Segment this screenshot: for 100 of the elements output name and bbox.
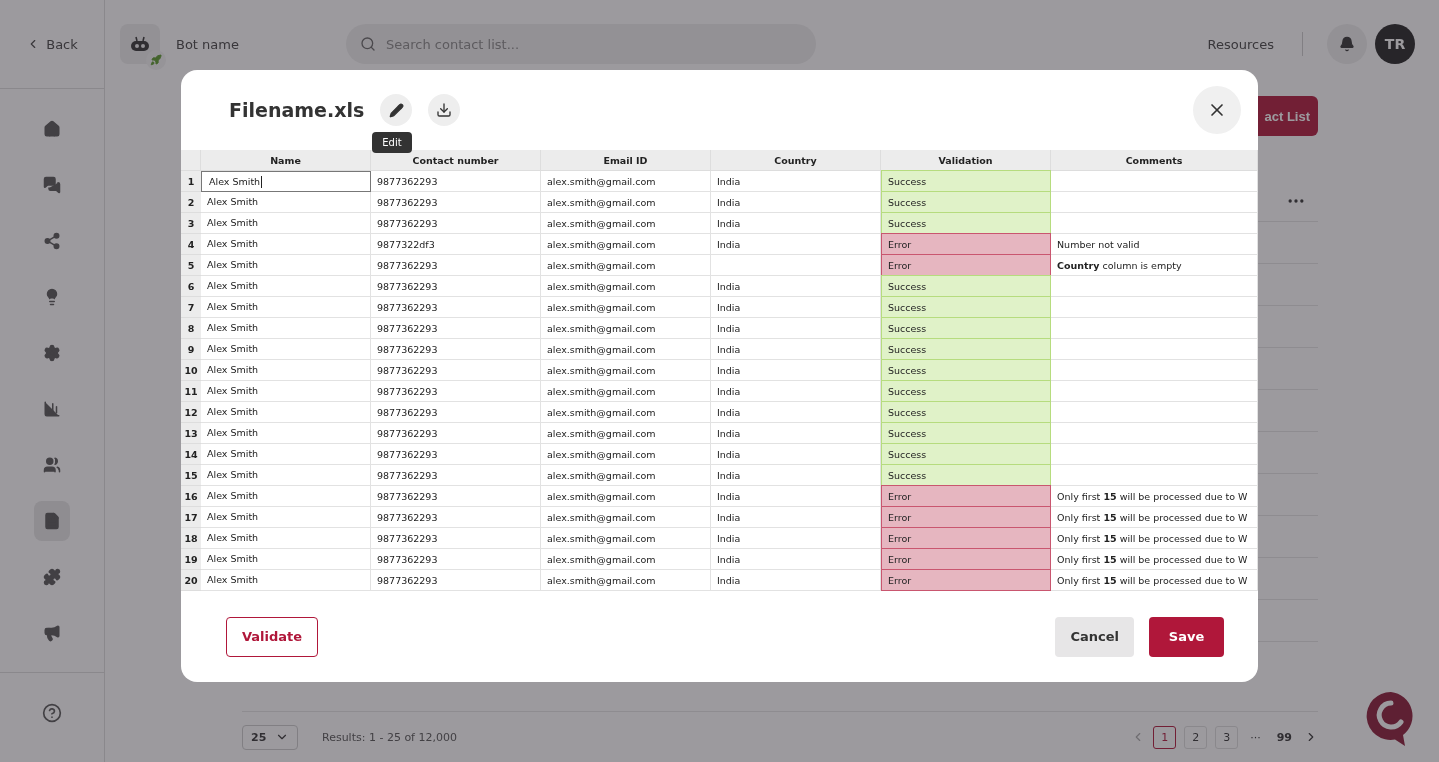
table-cell[interactable]: alex.smith@gmail.com	[541, 570, 711, 591]
table-cell[interactable]: alex.smith@gmail.com	[541, 360, 711, 381]
page-button[interactable]: 3	[1215, 725, 1239, 749]
row-number: 17	[181, 507, 201, 528]
table-cell[interactable]: alex.smith@gmail.com	[541, 486, 711, 507]
page-size-select[interactable]: 25	[242, 724, 298, 750]
puzzle-icon	[43, 568, 61, 586]
validation-cell: Error	[881, 233, 1051, 255]
table-cell[interactable]: 9877362293	[371, 255, 541, 276]
table-cell[interactable]: 9877362293	[371, 192, 541, 213]
row-number: 1	[181, 171, 201, 192]
user-avatar[interactable]: TR	[1375, 24, 1415, 64]
table-cell[interactable]: Alex Smith	[201, 528, 371, 549]
table-cell[interactable]: 9877362293	[371, 528, 541, 549]
back-link[interactable]: Back	[26, 36, 78, 52]
table-cell[interactable]: 9877362293	[371, 381, 541, 402]
table-cell[interactable]: alex.smith@gmail.com	[541, 297, 711, 318]
table-cell[interactable]: Alex Smith	[201, 570, 371, 591]
save-button[interactable]: Save	[1149, 616, 1224, 657]
settings-icon	[43, 344, 61, 362]
table-cell[interactable]: Alex Smith	[201, 297, 371, 318]
close-button[interactable]	[1193, 86, 1241, 134]
table-cell[interactable]: alex.smith@gmail.com	[541, 423, 711, 444]
table-cell[interactable]: Alex Smith	[201, 234, 371, 255]
table-cell[interactable]: Alex Smith	[201, 444, 371, 465]
table-cell[interactable]: 9877362293	[371, 213, 541, 234]
table-cell[interactable]: 9877362293	[371, 318, 541, 339]
bar-chart-icon	[43, 400, 61, 418]
table-cell[interactable]: Alex Smith	[201, 213, 371, 234]
table-cell[interactable]: alex.smith@gmail.com	[541, 276, 711, 297]
table-cell[interactable]: alex.smith@gmail.com	[541, 255, 711, 276]
validation-cell: Success	[881, 296, 1051, 318]
table-cell[interactable]: 9877362293	[371, 171, 541, 192]
table-cell[interactable]: Alex Smith	[201, 360, 371, 381]
table-cell[interactable]: 9877362293	[371, 549, 541, 570]
row-number: 9	[181, 339, 201, 360]
back-label: Back	[46, 36, 78, 52]
sidebar-item[interactable]	[34, 501, 70, 541]
help-icon[interactable]	[42, 703, 62, 723]
table-cell[interactable]: 9877362293	[371, 486, 541, 507]
row-number: 19	[181, 549, 201, 570]
table-cell[interactable]: Alex Smith	[201, 171, 371, 192]
table-cell[interactable]: 9877362293	[371, 465, 541, 486]
table-cell[interactable]: Alex Smith	[201, 381, 371, 402]
table-cell[interactable]: alex.smith@gmail.com	[541, 213, 711, 234]
edit-button[interactable]	[380, 94, 413, 126]
validate-button[interactable]: Validate	[226, 616, 319, 657]
table-cell[interactable]: alex.smith@gmail.com	[541, 528, 711, 549]
table-cell[interactable]: 9877362293	[371, 507, 541, 528]
validation-cell: Success	[881, 317, 1051, 339]
table-cell[interactable]: alex.smith@gmail.com	[541, 402, 711, 423]
table-cell[interactable]: Alex Smith	[201, 276, 371, 297]
page-button[interactable]: 2	[1184, 725, 1208, 749]
table-cell[interactable]: Alex Smith	[201, 255, 371, 276]
table-cell: Only first 15 will be processed due to W	[1051, 570, 1258, 591]
resources-link[interactable]: Resources	[1207, 36, 1274, 52]
table-cell[interactable]: Alex Smith	[201, 486, 371, 507]
table-cell[interactable]: alex.smith@gmail.com	[541, 171, 711, 192]
column-header: Validation	[881, 150, 1051, 171]
table-cell[interactable]: 9877362293	[371, 570, 541, 591]
row-number: 15	[181, 465, 201, 486]
table-cell[interactable]: alex.smith@gmail.com	[541, 234, 711, 255]
table-cell[interactable]: 9877362293	[371, 276, 541, 297]
table-cell[interactable]: alex.smith@gmail.com	[541, 381, 711, 402]
table-cell[interactable]: Alex Smith	[201, 339, 371, 360]
table-cell[interactable]: Alex Smith	[201, 318, 371, 339]
table-cell: Only first 15 will be processed due to W	[1051, 528, 1258, 549]
table-cell[interactable]: Alex Smith	[201, 549, 371, 570]
table-cell[interactable]: 9877362293	[371, 423, 541, 444]
table-cell[interactable]: alex.smith@gmail.com	[541, 444, 711, 465]
table-cell[interactable]: 9877362293	[371, 444, 541, 465]
table-cell[interactable]: 9877362293	[371, 297, 541, 318]
download-icon	[436, 102, 453, 118]
cancel-button[interactable]: Cancel	[1055, 616, 1134, 657]
table-cell[interactable]: Alex Smith	[201, 192, 371, 213]
table-cell[interactable]: alex.smith@gmail.com	[541, 192, 711, 213]
table-cell[interactable]: alex.smith@gmail.com	[541, 507, 711, 528]
bot-name: Bot name	[176, 36, 240, 52]
table-cell[interactable]: alex.smith@gmail.com	[541, 549, 711, 570]
page-button[interactable]: 99	[1272, 725, 1296, 749]
table-cell[interactable]: 9877322df3	[371, 234, 541, 255]
validation-cell: Error	[881, 569, 1051, 591]
table-cell[interactable]: alex.smith@gmail.com	[541, 318, 711, 339]
download-button[interactable]	[428, 94, 461, 126]
column-header: Contact number	[371, 150, 541, 171]
table-cell[interactable]: Alex Smith	[201, 402, 371, 423]
page-ellipsis: ···	[1249, 730, 1262, 744]
page-button[interactable]: 1	[1153, 725, 1177, 749]
table-cell[interactable]: alex.smith@gmail.com	[541, 465, 711, 486]
table-cell[interactable]: 9877362293	[371, 402, 541, 423]
table-cell[interactable]: alex.smith@gmail.com	[541, 339, 711, 360]
table-cell[interactable]: Alex Smith	[201, 465, 371, 486]
notifications-button[interactable]	[1327, 24, 1367, 64]
row-number: 2	[181, 192, 201, 213]
table-cell[interactable]: 9877362293	[371, 360, 541, 381]
table-cell[interactable]: 9877362293	[371, 339, 541, 360]
table-cell[interactable]: Alex Smith	[201, 507, 371, 528]
table-cell[interactable]: India	[711, 570, 881, 591]
table-cell[interactable]: Alex Smith	[201, 423, 371, 444]
validation-cell: Error	[881, 254, 1051, 276]
